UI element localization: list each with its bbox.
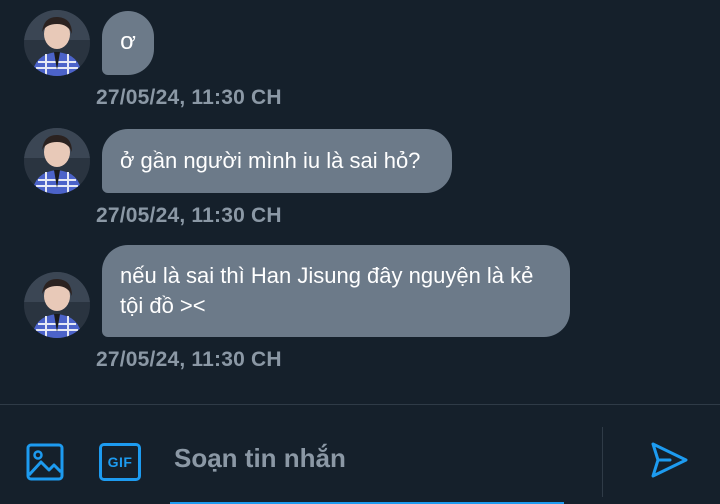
message-text: ở gần người mình iu là sai hỏ?: [120, 148, 421, 173]
message-bubble[interactable]: ơ: [102, 11, 154, 75]
gif-icon: GIF: [99, 443, 141, 481]
send-icon: [651, 442, 688, 478]
avatar-image: [24, 10, 90, 76]
avatar[interactable]: [24, 10, 90, 76]
message-timestamp: 27/05/24, 11:30 CH: [96, 348, 282, 371]
avatar-image: [24, 128, 90, 194]
media-button[interactable]: [22, 439, 68, 485]
composer-divider: [602, 427, 603, 497]
message-bubble[interactable]: ở gần người mình iu là sai hỏ?: [102, 129, 452, 193]
avatar[interactable]: [24, 272, 90, 338]
message-timestamp: 27/05/24, 11:30 CH: [96, 86, 282, 109]
message-input[interactable]: Soạn tin nhắn: [174, 443, 346, 474]
message-composer: GIF Soạn tin nhắn: [0, 404, 720, 504]
avatar-image: [24, 272, 90, 338]
image-icon: [26, 443, 64, 481]
message-bubble[interactable]: nếu là sai thì Han Jisung đây nguyện là …: [102, 245, 570, 337]
message-timestamp: 27/05/24, 11:30 CH: [96, 204, 282, 227]
message-text: nếu là sai thì Han Jisung đây nguyện là …: [120, 263, 534, 318]
gif-button[interactable]: GIF: [96, 439, 144, 485]
send-button[interactable]: [644, 435, 694, 485]
avatar[interactable]: [24, 128, 90, 194]
message-text: ơ: [120, 28, 136, 55]
message-thread[interactable]: ơ 27/05/24, 11:30 CH ở gần người mình iu…: [0, 0, 720, 404]
